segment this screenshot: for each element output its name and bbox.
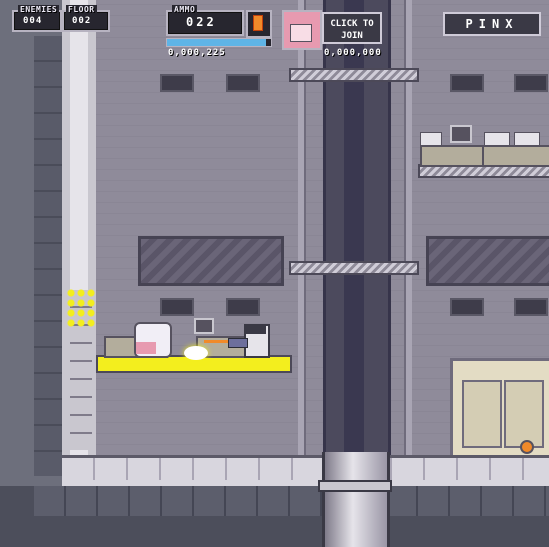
- player-score: 0,000,225: [168, 48, 226, 58]
- pipe-rim: [318, 480, 392, 492]
- window: [160, 298, 194, 316]
- player2-face: [290, 24, 312, 42]
- desk: [482, 145, 549, 167]
- floor-label: FLOOR: [66, 5, 97, 14]
- window: [450, 74, 484, 92]
- floor-value: 002: [72, 16, 92, 26]
- computer-monitor-icon: [450, 125, 472, 143]
- game-scene: ENEMIES 004 FLOOR 002 AMMO 022 0,000,225…: [0, 0, 549, 547]
- elevator-platform-top: [289, 68, 419, 82]
- elevator-door-left: [462, 380, 502, 448]
- desk: [420, 145, 484, 167]
- enemy-pink-body: [136, 342, 156, 354]
- window: [160, 74, 194, 92]
- elevator-platform-mid: [289, 261, 419, 275]
- large-window: [138, 236, 284, 286]
- paper-stack: [514, 132, 540, 146]
- player-gun: [228, 338, 248, 348]
- click-to-join-button[interactable]: CLICK TO JOIN: [322, 12, 382, 44]
- window: [226, 298, 260, 316]
- window: [514, 298, 548, 316]
- weapon-icon: [253, 15, 263, 31]
- elevator-call-button[interactable]: [520, 440, 534, 454]
- bullet-trail: [204, 340, 228, 343]
- paper-stack: [420, 132, 442, 146]
- floor-tiles: [62, 458, 549, 480]
- window: [450, 298, 484, 316]
- player-hair: [244, 324, 266, 334]
- player2-score: 0,000,000: [324, 48, 382, 58]
- ammo-bar-track: [166, 38, 272, 47]
- paper-stack: [484, 132, 510, 146]
- muzzle-flash: [184, 346, 208, 360]
- left-wall-tiles: [34, 36, 62, 476]
- ammo-value: 022: [186, 15, 217, 29]
- window: [514, 74, 548, 92]
- window: [226, 74, 260, 92]
- enemies-value: 004: [23, 16, 43, 26]
- basement-tiles: [34, 486, 549, 516]
- ammo-bar-fill: [167, 39, 266, 46]
- enemies-label: ENEMIES: [18, 5, 60, 14]
- elevator-door-right: [504, 380, 544, 448]
- exit-pipe: [322, 452, 390, 547]
- brand-logo[interactable]: PINX: [443, 12, 541, 36]
- large-window: [426, 236, 549, 286]
- computer-monitor-icon: [194, 318, 214, 334]
- ammo-label: AMMO: [172, 5, 198, 14]
- spark-effect: [66, 288, 96, 328]
